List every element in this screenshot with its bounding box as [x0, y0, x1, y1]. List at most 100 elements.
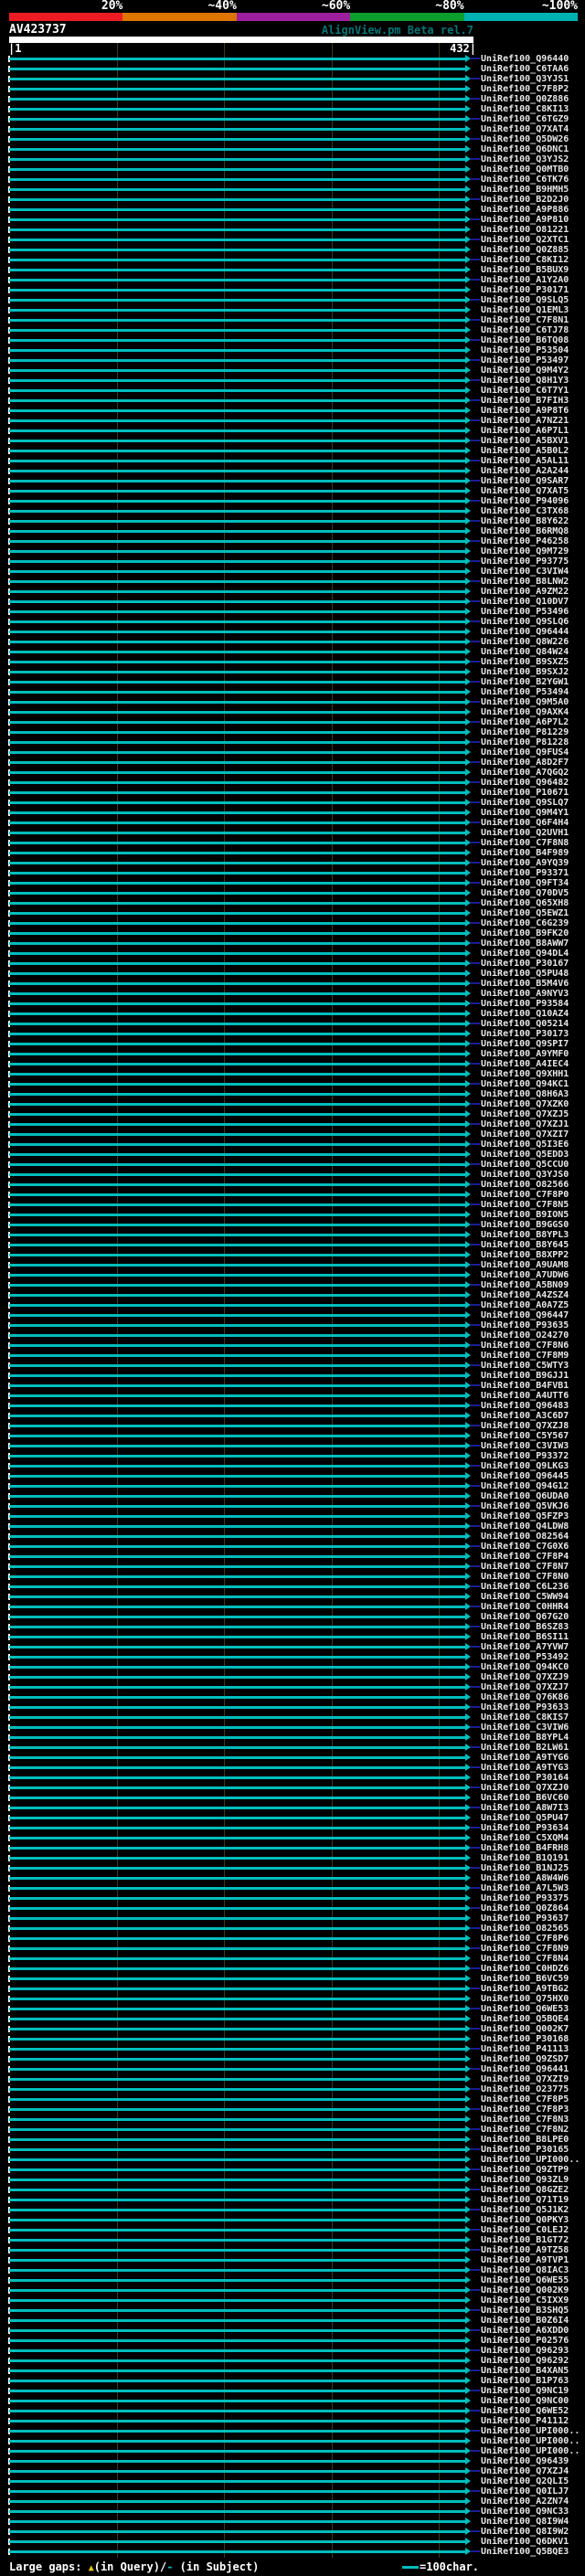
hit-bar[interactable]	[9, 942, 465, 945]
hit-label[interactable]: UniRef100_B1NJ25	[481, 1863, 569, 1873]
hit-label[interactable]: UniRef100_Q9XHH1	[481, 1069, 569, 1079]
hit-bar[interactable]	[9, 289, 465, 292]
hit-bar[interactable]	[9, 1696, 465, 1699]
hit-bar[interactable]	[9, 691, 465, 694]
alignment-row[interactable]: UniRef100_P94096	[0, 496, 585, 506]
hit-label[interactable]: UniRef100_A9TYG3	[481, 1763, 569, 1773]
alignment-row[interactable]: UniRef100_P30171	[0, 285, 585, 295]
alignment-row[interactable]: UniRef100_B9FK20	[0, 928, 585, 938]
hit-label[interactable]: UniRef100_Q9NC33	[481, 2507, 569, 2517]
hit-bar[interactable]	[9, 1786, 465, 1789]
hit-bar[interactable]	[9, 2108, 465, 2111]
hit-bar[interactable]	[9, 1626, 465, 1628]
hit-label[interactable]: UniRef100_A6XDD0	[481, 2326, 569, 2336]
hit-bar[interactable]	[9, 1998, 465, 2000]
hit-label[interactable]: UniRef100_C6T7Y1	[481, 386, 569, 396]
hit-label[interactable]: UniRef100_Q5I3E6	[481, 1140, 569, 1150]
hit-label[interactable]: UniRef100_P93635	[481, 1320, 569, 1330]
hit-bar[interactable]	[9, 269, 465, 271]
alignment-row[interactable]: UniRef100_B5BUX9	[0, 265, 585, 275]
hit-label[interactable]: UniRef100_P30171	[481, 285, 569, 295]
alignment-row[interactable]: UniRef100_Q3YJS2	[0, 154, 585, 164]
hit-bar[interactable]	[9, 1606, 465, 1608]
hit-bar[interactable]	[9, 228, 465, 231]
alignment-row[interactable]: UniRef100_Q7XZI9	[0, 2074, 585, 2084]
alignment-row[interactable]: UniRef100_UPI000..	[0, 2446, 585, 2456]
alignment-row[interactable]: UniRef100_C6TJ78	[0, 325, 585, 335]
hit-label[interactable]: UniRef100_B6SI11	[481, 1632, 569, 1642]
hit-label[interactable]: UniRef100_P30168	[481, 2034, 569, 2044]
hit-label[interactable]: UniRef100_A8D2F7	[481, 758, 569, 768]
alignment-row[interactable]: UniRef100_Q7XZJ1	[0, 1119, 585, 1129]
hit-label[interactable]: UniRef100_P30164	[481, 1773, 569, 1783]
alignment-row[interactable]: UniRef100_UPI000..	[0, 2426, 585, 2436]
hit-bar[interactable]	[9, 781, 465, 784]
alignment-row[interactable]: UniRef100_A7L5W3	[0, 1883, 585, 1893]
alignment-row[interactable]: UniRef100_A4ZSZ4	[0, 1290, 585, 1300]
alignment-row[interactable]: UniRef100_Q5PU48	[0, 969, 585, 979]
hit-label[interactable]: UniRef100_Q96444	[481, 627, 569, 637]
hit-label[interactable]: UniRef100_Q9FT34	[481, 878, 569, 888]
hit-label[interactable]: UniRef100_A7NZ21	[481, 416, 569, 426]
alignment-row[interactable]: UniRef100_Q6WE52	[0, 2406, 585, 2416]
hit-label[interactable]: UniRef100_Q0MTB0	[481, 164, 569, 175]
hit-bar[interactable]	[9, 2329, 465, 2332]
hit-label[interactable]: UniRef100_Q3YJS1	[481, 74, 569, 84]
hit-bar[interactable]	[9, 1133, 465, 1136]
hit-bar[interactable]	[9, 922, 465, 925]
hit-bar[interactable]	[9, 1575, 465, 1578]
hit-bar[interactable]	[9, 671, 465, 673]
alignment-row[interactable]: UniRef100_B9SXZ5	[0, 657, 585, 667]
hit-label[interactable]: UniRef100_P10671	[481, 788, 569, 798]
hit-label[interactable]: UniRef100_Q5VKJ6	[481, 1501, 569, 1511]
hit-bar[interactable]	[9, 711, 465, 714]
hit-label[interactable]: UniRef100_A7YVW7	[481, 1642, 569, 1652]
hit-label[interactable]: UniRef100_B2LW61	[481, 1743, 569, 1753]
hit-bar[interactable]	[9, 1887, 465, 1890]
hit-label[interactable]: UniRef100_B6VC60	[481, 1793, 569, 1803]
alignment-row[interactable]: UniRef100_Q5I3E6	[0, 1140, 585, 1150]
hit-label[interactable]: UniRef100_Q7XZJ0	[481, 1783, 569, 1793]
hit-bar[interactable]	[9, 2189, 465, 2191]
alignment-row[interactable]: UniRef100_A5BN09	[0, 1280, 585, 1290]
hit-bar[interactable]	[9, 1988, 465, 1990]
alignment-row[interactable]: UniRef100_Q96447	[0, 1310, 585, 1320]
alignment-row[interactable]: UniRef100_Q96444	[0, 627, 585, 637]
hit-label[interactable]: UniRef100_Q3YJS2	[481, 154, 569, 164]
hit-bar[interactable]	[9, 590, 465, 593]
hit-bar[interactable]	[9, 168, 465, 171]
hit-label[interactable]: UniRef100_C7F8N0	[481, 1572, 569, 1582]
hit-bar[interactable]	[9, 1666, 465, 1669]
hit-bar[interactable]	[9, 580, 465, 583]
hit-bar[interactable]	[9, 2400, 465, 2402]
hit-label[interactable]: UniRef100_A2ZN74	[481, 2496, 569, 2507]
hit-label[interactable]: UniRef100_Q9SLQ7	[481, 798, 569, 808]
hit-label[interactable]: UniRef100_A5BN09	[481, 1280, 569, 1290]
hit-label[interactable]: UniRef100_Q9NC00	[481, 2396, 569, 2406]
hit-label[interactable]: UniRef100_B4FVB1	[481, 1381, 569, 1391]
alignment-row[interactable]: UniRef100_Q05214	[0, 1019, 585, 1029]
hit-bar[interactable]	[9, 148, 465, 151]
hit-bar[interactable]	[9, 1002, 465, 1005]
alignment-row[interactable]: UniRef100_A9TVP1	[0, 2255, 585, 2265]
hit-label[interactable]: UniRef100_Q5EDD3	[481, 1150, 569, 1160]
hit-bar[interactable]	[9, 2118, 465, 2121]
hit-bar[interactable]	[9, 1686, 465, 1689]
hit-bar[interactable]	[9, 1766, 465, 1769]
hit-label[interactable]: UniRef100_Q94KC1	[481, 1079, 569, 1089]
alignment-row[interactable]: UniRef100_A9P886	[0, 205, 585, 215]
hit-label[interactable]: UniRef100_Q9LKG3	[481, 1461, 569, 1471]
hit-bar[interactable]	[9, 661, 465, 663]
alignment-row[interactable]: UniRef100_Q9SLQ5	[0, 295, 585, 305]
hit-label[interactable]: UniRef100_UPI000..	[481, 2155, 580, 2165]
alignment-row[interactable]: UniRef100_C0HDZ6	[0, 1964, 585, 1974]
alignment-row[interactable]: UniRef100_Q75HX0	[0, 1994, 585, 2004]
alignment-row[interactable]: UniRef100_A8W4W6	[0, 1873, 585, 1883]
alignment-row[interactable]: UniRef100_O82566	[0, 1180, 585, 1190]
hit-bar[interactable]	[9, 1093, 465, 1096]
hit-label[interactable]: UniRef100_Q96441	[481, 2064, 569, 2074]
alignment-row[interactable]: UniRef100_B8YPL3	[0, 1230, 585, 1240]
hit-label[interactable]: UniRef100_C6TK76	[481, 175, 569, 185]
hit-bar[interactable]	[9, 1967, 465, 1970]
alignment-row[interactable]: UniRef100_Q2UVH1	[0, 828, 585, 838]
